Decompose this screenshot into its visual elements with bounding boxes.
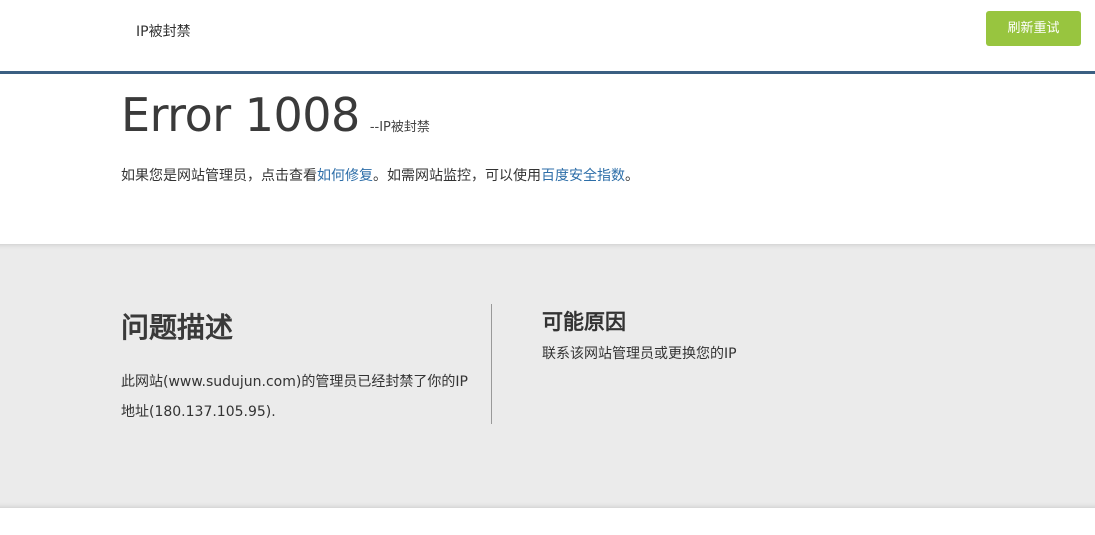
- problem-text: 此网站(www.sudujun.com)的管理员已经封禁了你的IP地址(180.…: [121, 374, 468, 420]
- header-title: IP被封禁: [136, 24, 191, 40]
- description-text-middle: 。如需网站监控，可以使用: [373, 168, 541, 184]
- cause-text: 联系该网站管理员或更换您的IP: [542, 346, 737, 362]
- cause-title: 可能原因: [542, 310, 626, 334]
- problem-title: 问题描述: [121, 311, 234, 344]
- baidu-security-index-link[interactable]: 百度安全指数: [541, 168, 625, 184]
- error-heading: Error 1008 --IP被封禁: [121, 88, 430, 142]
- how-to-fix-link[interactable]: 如何修复: [317, 168, 373, 184]
- top-header: IP被封禁 刷新重试: [0, 0, 1095, 74]
- description-text-after: 。: [625, 168, 639, 184]
- refresh-retry-button[interactable]: 刷新重试: [986, 11, 1081, 46]
- section-divider: [491, 304, 492, 424]
- description-text-before: 如果您是网站管理员，点击查看: [121, 168, 317, 184]
- error-subtitle: --IP被封禁: [369, 120, 430, 135]
- info-band: 问题描述 此网站(www.sudujun.com)的管理员已经封禁了你的IP地址…: [0, 244, 1095, 508]
- admin-description: 如果您是网站管理员，点击查看如何修复。如需网站监控，可以使用百度安全指数。: [121, 165, 639, 185]
- error-code: Error 1008: [121, 88, 360, 142]
